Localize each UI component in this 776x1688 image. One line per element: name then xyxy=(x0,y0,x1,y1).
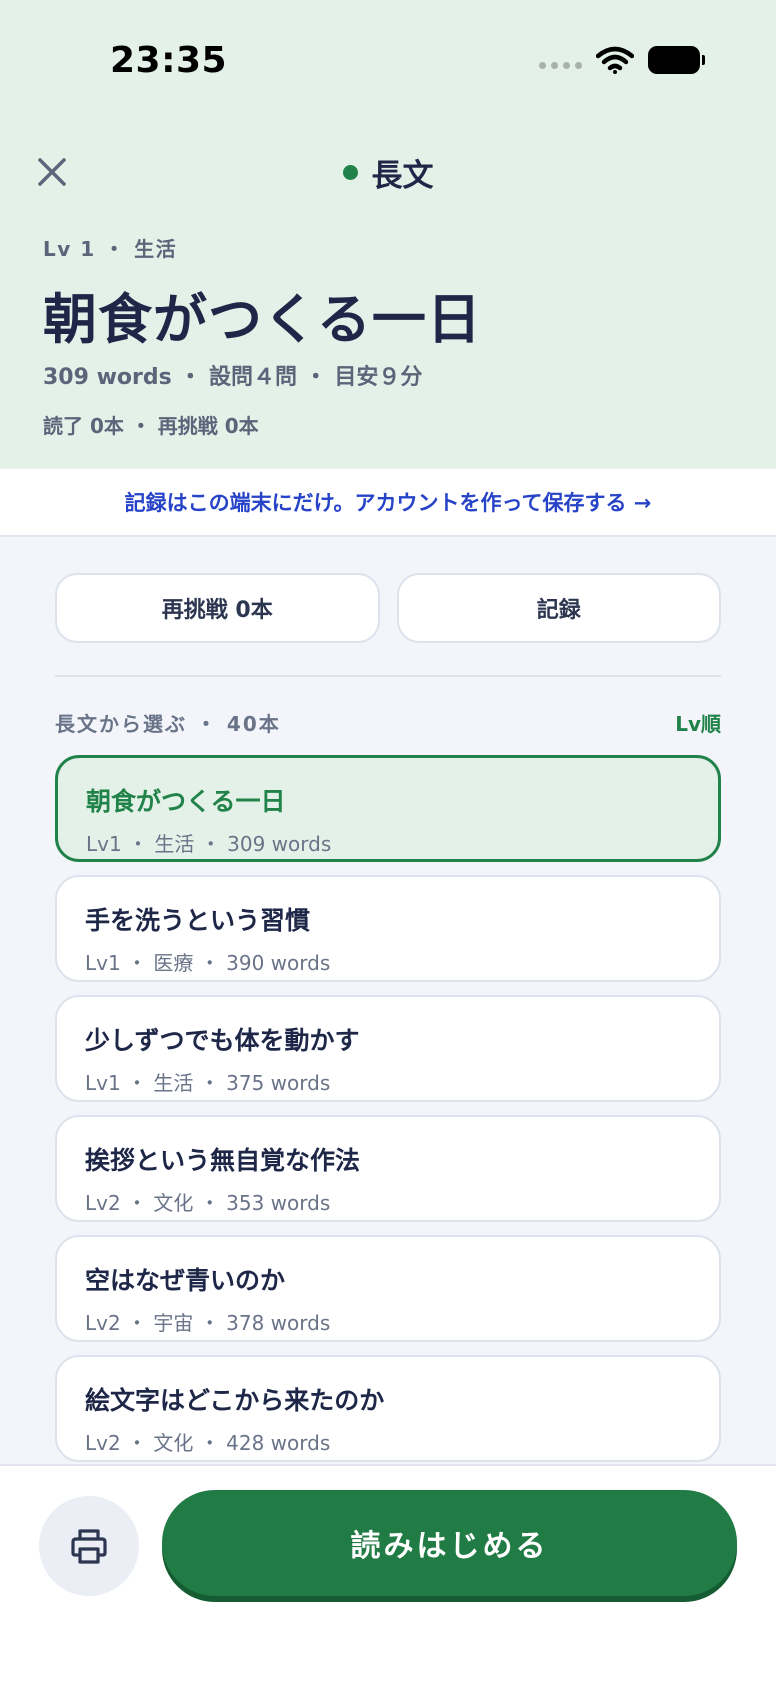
list-item-meta: Lv2 ・ 宇宙 ・ 378 words xyxy=(85,1311,331,1335)
status-time: 23:35 xyxy=(110,40,228,81)
list-header: 長文から選ぶ ・ 40本 Lv順 xyxy=(55,708,721,737)
battery-icon xyxy=(648,46,705,74)
list-item-title: 空はなぜ青いのか xyxy=(85,1266,286,1295)
create-account-link[interactable]: 記録はこの端末にだけ。アカウントを作って保存する → xyxy=(125,487,652,517)
list-item[interactable]: 少しずつでも体を動かす Lv1 ・ 生活 ・ 375 words xyxy=(55,995,721,1102)
history-button[interactable]: 記録 xyxy=(396,573,721,643)
wifi-icon xyxy=(596,46,634,74)
status-indicators xyxy=(539,44,705,76)
list-item[interactable]: 空はなぜ青いのか Lv2 ・ 宇宙 ・ 378 words xyxy=(55,1235,721,1342)
sort-button[interactable]: Lv順 xyxy=(675,708,721,737)
bottom-bar: 読みはじめる xyxy=(0,1464,776,1688)
list-item-meta: Lv1 ・ 生活 ・ 375 words xyxy=(85,1071,331,1095)
title-bar: 長文 xyxy=(0,150,776,195)
list-item-meta: Lv1 ・ 医療 ・ 390 words xyxy=(85,951,331,975)
list-item[interactable]: 朝食がつくる一日 Lv1 ・ 生活 ・ 309 words xyxy=(55,755,721,862)
list-item-meta: Lv2 ・ 文化 ・ 428 words xyxy=(85,1431,331,1455)
list-item-title: 手を洗うという習慣 xyxy=(85,906,311,935)
account-banner: 記録はこの端末にだけ。アカウントを作って保存する → xyxy=(0,469,776,537)
signal-icon xyxy=(539,61,582,69)
reading-progress: 読了 0本 ・ 再挑戦 0本 xyxy=(43,414,259,438)
list-item[interactable]: 絵文字はどこから来たのか Lv2 ・ 文化 ・ 428 words xyxy=(55,1355,721,1462)
article-level-category: Lv 1 ・ 生活 xyxy=(43,237,178,261)
list-item-title: 朝食がつくる一日 xyxy=(86,787,286,816)
list-item-meta: Lv2 ・ 文化 ・ 353 words xyxy=(85,1191,331,1215)
list-item[interactable]: 挨拶という無自覚な作法 Lv2 ・ 文化 ・ 353 words xyxy=(55,1115,721,1222)
list-item[interactable]: 手を洗うという習慣 Lv1 ・ 医療 ・ 390 words xyxy=(55,875,721,982)
article-list: 朝食がつくる一日 Lv1 ・ 生活 ・ 309 words 手を洗うという習慣 … xyxy=(55,755,721,1475)
divider xyxy=(55,675,721,677)
category-dot xyxy=(342,165,358,180)
list-heading: 長文から選ぶ ・ 40本 xyxy=(55,712,281,736)
page-title: 長文 xyxy=(371,158,434,194)
article-title: 朝食がつくる一日 xyxy=(43,288,482,351)
list-item-title: 絵文字はどこから来たのか xyxy=(85,1386,385,1415)
header: 23:35 長文 Lv 1 ・ 生活 朝食がつくる一日 309 words ・ … xyxy=(0,0,776,469)
print-button[interactable] xyxy=(39,1496,139,1596)
list-item-title: 少しずつでも体を動かす xyxy=(85,1026,360,1055)
list-item-title: 挨拶という無自覚な作法 xyxy=(85,1146,361,1175)
article-stats: 309 words ・ 設問４問 ・ 目安９分 xyxy=(43,365,423,390)
printer-icon xyxy=(71,1529,107,1564)
start-reading-button[interactable]: 読みはじめる xyxy=(162,1490,737,1596)
action-row: 再挑戦 0本 記録 xyxy=(55,573,721,643)
retry-button[interactable]: 再挑戦 0本 xyxy=(55,573,380,643)
list-item-meta: Lv1 ・ 生活 ・ 309 words xyxy=(86,832,332,856)
